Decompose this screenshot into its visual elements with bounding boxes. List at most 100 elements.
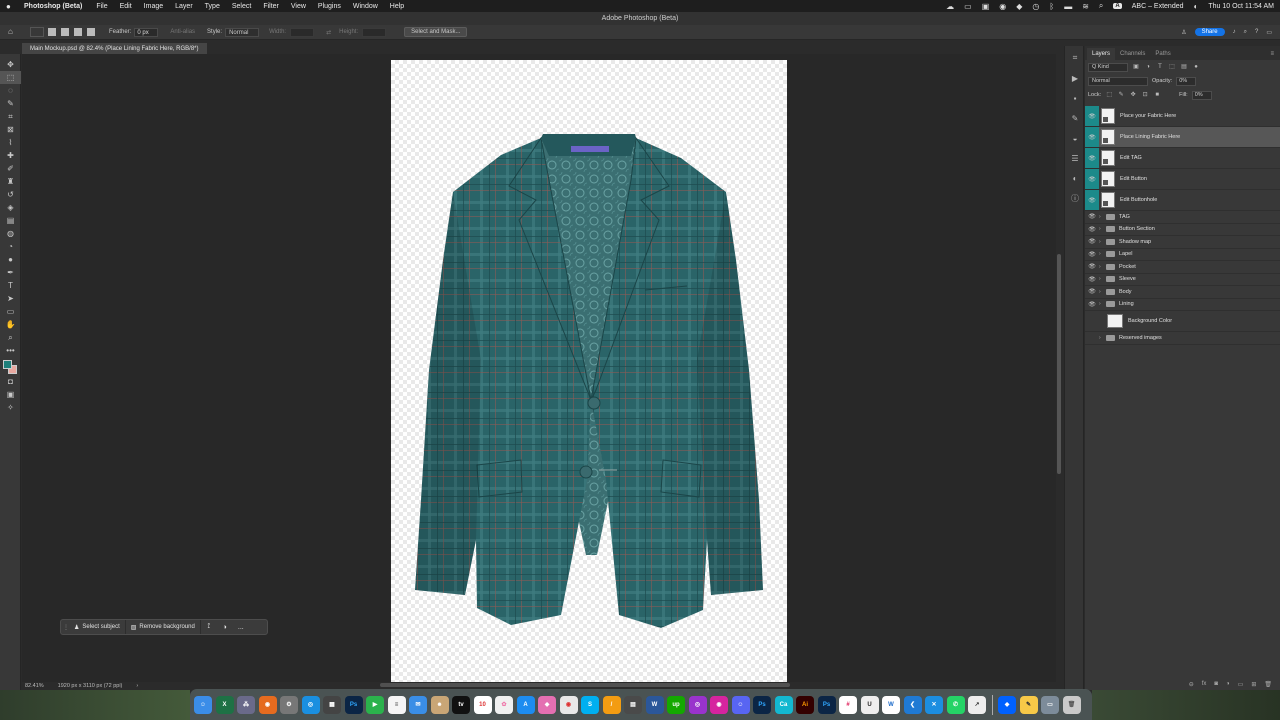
chevron-right-icon[interactable]: › <box>1099 276 1106 282</box>
visibility-eye-icon[interactable]: 👁 <box>1085 197 1099 204</box>
chevron-right-icon[interactable]: › <box>1099 214 1106 220</box>
quick-mask-icon[interactable]: ◘ <box>0 375 21 388</box>
menu-image[interactable]: Image <box>144 3 163 10</box>
visibility-eye-icon[interactable]: 👁 <box>1085 113 1099 120</box>
group-row[interactable]: 👁 › TAG <box>1085 211 1280 224</box>
adjustments-icon[interactable]: ◒ <box>1065 130 1085 146</box>
chevron-right-icon[interactable]: › <box>1099 226 1106 232</box>
kind-filter-select[interactable]: Q Kind <box>1088 62 1128 72</box>
zoom-tool-icon[interactable]: ⌕ <box>0 331 21 344</box>
screen-icon[interactable]: ▣ <box>982 2 990 11</box>
fill-input[interactable]: 0% <box>1191 90 1212 100</box>
trash-icon[interactable]: 🗑 <box>1264 681 1272 688</box>
menu-type[interactable]: Type <box>205 3 220 10</box>
learn-icon[interactable]: ♙ <box>1181 29 1186 36</box>
visibility-eye-icon[interactable]: 👁 <box>1085 213 1099 220</box>
menu-plugins[interactable]: Plugins <box>318 3 341 10</box>
marquee-tool-icon[interactable]: ⬚ <box>0 71 21 84</box>
gradient-tool-icon[interactable]: ▤ <box>0 214 21 227</box>
menu-file[interactable]: File <box>96 3 107 10</box>
filter-pixel-icon[interactable]: ▣ <box>1132 63 1140 71</box>
filter-type-icon[interactable]: T <box>1156 63 1164 71</box>
filter-smart-icon[interactable]: ▤ <box>1180 63 1188 71</box>
document-size[interactable]: 1920 px x 3110 px (72 ppi) <box>58 683 123 689</box>
lasso-tool-icon[interactable]: ◌ <box>0 84 21 97</box>
facetime-icon[interactable]: ▶ <box>366 695 384 714</box>
horizontal-scrollbar[interactable] <box>380 683 790 687</box>
color-icon[interactable]: ◐ <box>1065 170 1085 186</box>
search-icon[interactable]: ⌕ <box>1099 1 1103 11</box>
visibility-eye-icon[interactable]: 👁 <box>1085 276 1099 283</box>
app-store-icon[interactable]: A <box>516 695 535 714</box>
input-source-icon[interactable]: A <box>1113 3 1122 9</box>
add-selection-icon[interactable] <box>61 28 69 36</box>
adjustment-layer-icon[interactable]: ◑ <box>1226 681 1230 687</box>
more-options-button[interactable]: ... <box>233 624 249 631</box>
menu-layer[interactable]: Layer <box>175 3 193 10</box>
info-icon[interactable]: ⓘ <box>1065 190 1085 206</box>
group-row[interactable]: 👁 › Button Section <box>1085 224 1280 236</box>
display-icon[interactable]: ▭ <box>964 2 972 11</box>
filter-toggle-icon[interactable]: ● <box>1192 63 1200 71</box>
history-brush-icon[interactable]: ↺ <box>0 188 21 201</box>
menu-select[interactable]: Select <box>232 3 251 10</box>
screen-mode-icon[interactable]: ▣ <box>0 388 21 401</box>
group-row[interactable]: › Reserved images <box>1085 332 1280 345</box>
lock-artboard-icon[interactable]: ⊡ <box>1141 91 1149 99</box>
chat-icon[interactable]: ◉ <box>999 2 1006 11</box>
launchpad-icon[interactable]: ⁂ <box>237 695 255 714</box>
bluetooth-icon[interactable]: ᛒ <box>1049 2 1054 11</box>
dropbox-icon[interactable]: ◆ <box>998 695 1016 714</box>
finder-icon[interactable]: ☺ <box>194 695 212 714</box>
chevron-right-icon[interactable]: › <box>1099 251 1106 257</box>
skype-icon[interactable]: S <box>581 695 599 714</box>
fill-layer-row[interactable]: Background Color <box>1085 311 1280 332</box>
share-button[interactable]: Share <box>1194 28 1225 36</box>
visibility-eye-icon[interactable]: 👁 <box>1085 263 1099 270</box>
panel-menu-icon[interactable]: ≡ <box>1270 48 1280 60</box>
photoshop-2-icon[interactable]: Ps <box>817 695 836 714</box>
notes-icon[interactable]: ≡ <box>387 695 406 714</box>
group-row[interactable]: 👁 › Pocket <box>1085 261 1280 274</box>
layer-row[interactable]: 👁 Edit TAG <box>1085 148 1280 169</box>
wave-icon[interactable]: W <box>882 695 900 714</box>
marquee-tool-preset[interactable] <box>30 27 44 37</box>
menu-view[interactable]: View <box>291 3 306 10</box>
stickies-icon[interactable]: ✎ <box>1019 695 1038 714</box>
select-subject-button[interactable]: ♟ Select subject <box>69 620 126 634</box>
tv-icon[interactable]: tv <box>452 695 470 714</box>
visibility-eye-icon[interactable]: 👁 <box>1085 134 1099 141</box>
chevron-right-icon[interactable]: › <box>1099 289 1106 295</box>
canva-icon[interactable]: Ca <box>774 695 793 714</box>
comments-icon[interactable]: ▪ <box>1065 90 1085 106</box>
document-canvas[interactable] <box>391 60 787 682</box>
chevron-right-icon[interactable]: › <box>1099 335 1106 341</box>
filter-adjustment-icon[interactable]: ◑ <box>1144 63 1152 71</box>
search-icon[interactable]: ⌕ <box>1244 29 1247 36</box>
shape-tool-icon[interactable]: ▭ <box>0 305 21 318</box>
tab-layers[interactable]: Layers <box>1087 48 1116 60</box>
layer-row[interactable]: 👁 Edit Button <box>1085 169 1280 190</box>
apple-icon[interactable]: ● <box>6 2 16 11</box>
layer-row[interactable]: 👁 Place your Fabric Here <box>1085 106 1280 127</box>
dropbox-icon[interactable]: ◆ <box>1016 2 1022 11</box>
eraser-tool-icon[interactable]: ◈ <box>0 201 21 214</box>
visibility-eye-icon[interactable]: 👁 <box>1085 288 1099 295</box>
intersect-selection-icon[interactable] <box>87 28 95 36</box>
transform-icon[interactable]: ⟟ <box>201 623 217 631</box>
height-input[interactable] <box>362 27 387 37</box>
sponge-tool-icon[interactable]: ● <box>0 253 21 266</box>
visibility-eye-icon[interactable]: 👁 <box>1085 155 1099 162</box>
excel-icon[interactable]: X <box>215 695 234 714</box>
layer-row-selected[interactable]: 👁 Place Lining Fabric Here <box>1085 127 1280 148</box>
move-tool-icon[interactable]: ✥ <box>0 58 21 71</box>
chevron-right-icon[interactable]: › <box>1099 239 1106 245</box>
new-group-icon[interactable]: ▭ <box>1238 681 1244 688</box>
dodge-tool-icon[interactable]: ◔ <box>0 240 21 253</box>
dropbox-2-icon[interactable]: ↗ <box>968 695 986 714</box>
bridge-icon[interactable]: ▤ <box>624 695 642 714</box>
vscode-icon[interactable]: ❮ <box>903 695 922 714</box>
opacity-input[interactable]: 0% <box>1176 76 1197 86</box>
safari-icon[interactable]: ◎ <box>301 695 320 714</box>
pink-app-icon[interactable]: ◆ <box>538 695 556 714</box>
